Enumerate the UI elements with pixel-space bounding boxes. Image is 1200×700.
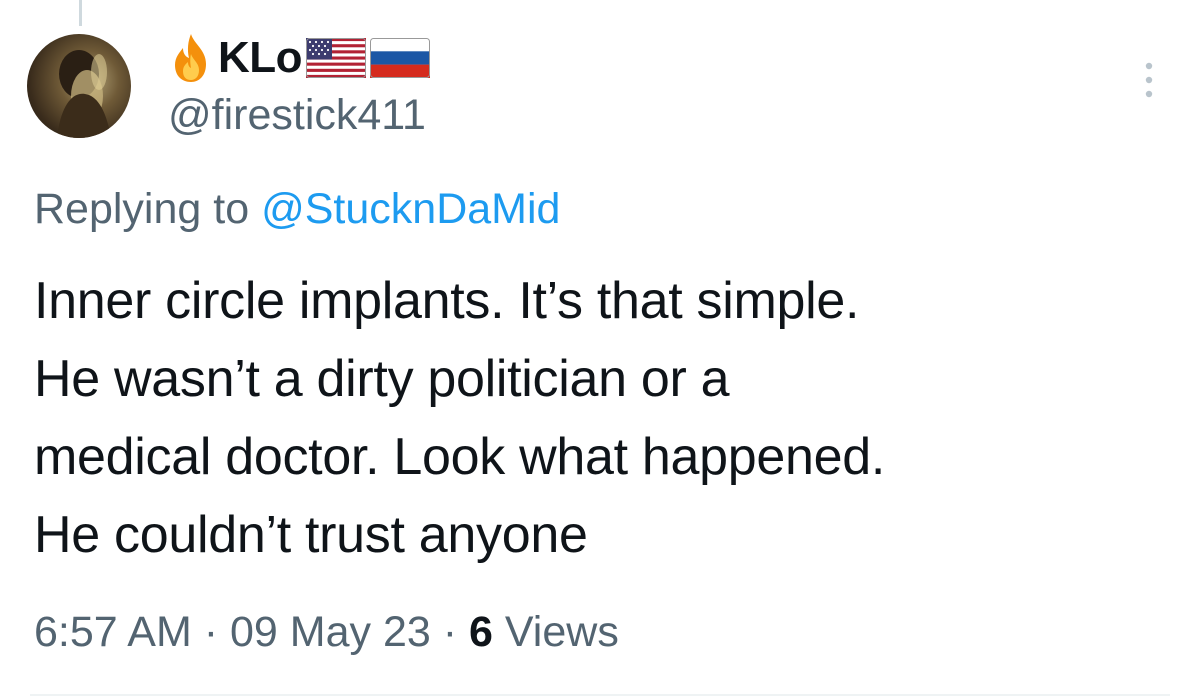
- tweet-text-line: He couldn’t trust anyone: [34, 506, 588, 564]
- russia-flag-icon: [370, 38, 431, 78]
- author-name-row[interactable]: KLo: [168, 30, 431, 86]
- views-label[interactable]: Views: [505, 608, 619, 656]
- avatar-image: [57, 50, 111, 138]
- reply-target-link[interactable]: @StucknDaMid: [261, 185, 560, 233]
- meta-separator: ·: [203, 608, 219, 656]
- tweet-time[interactable]: 6:57 AM: [34, 608, 192, 656]
- views-count[interactable]: 6: [469, 608, 493, 656]
- us-flag-icon: [306, 38, 367, 78]
- author-display-name[interactable]: KLo: [218, 36, 303, 80]
- fire-icon: [175, 34, 206, 82]
- author-handle[interactable]: @firestick411: [168, 94, 426, 137]
- avatar[interactable]: [27, 34, 131, 138]
- thread-connector-line: [79, 0, 82, 26]
- tweet-text-line: Inner circle implants. It’s that simple.: [34, 272, 860, 330]
- tweet-date[interactable]: 09 May 23: [230, 608, 431, 656]
- tweet-card: KLo @firestick411 Replying to @StucknDaM…: [0, 0, 1200, 700]
- tweet-body: Inner circle implants. It’s that simple.…: [34, 262, 1174, 574]
- divider: [30, 694, 1170, 696]
- meta-separator: ·: [442, 608, 458, 656]
- tweet-text-line: medical doctor. Look what happened.: [34, 428, 885, 486]
- tweet-meta: 6:57 AM · 09 May 23 · 6 Views: [34, 611, 619, 654]
- replying-to-label: Replying to: [34, 185, 250, 233]
- tweet-text-line: He wasn’t a dirty politician or a: [34, 350, 730, 408]
- replying-to-line: Replying to @StucknDaMid: [34, 188, 560, 231]
- more-options-icon[interactable]: [1142, 60, 1156, 100]
